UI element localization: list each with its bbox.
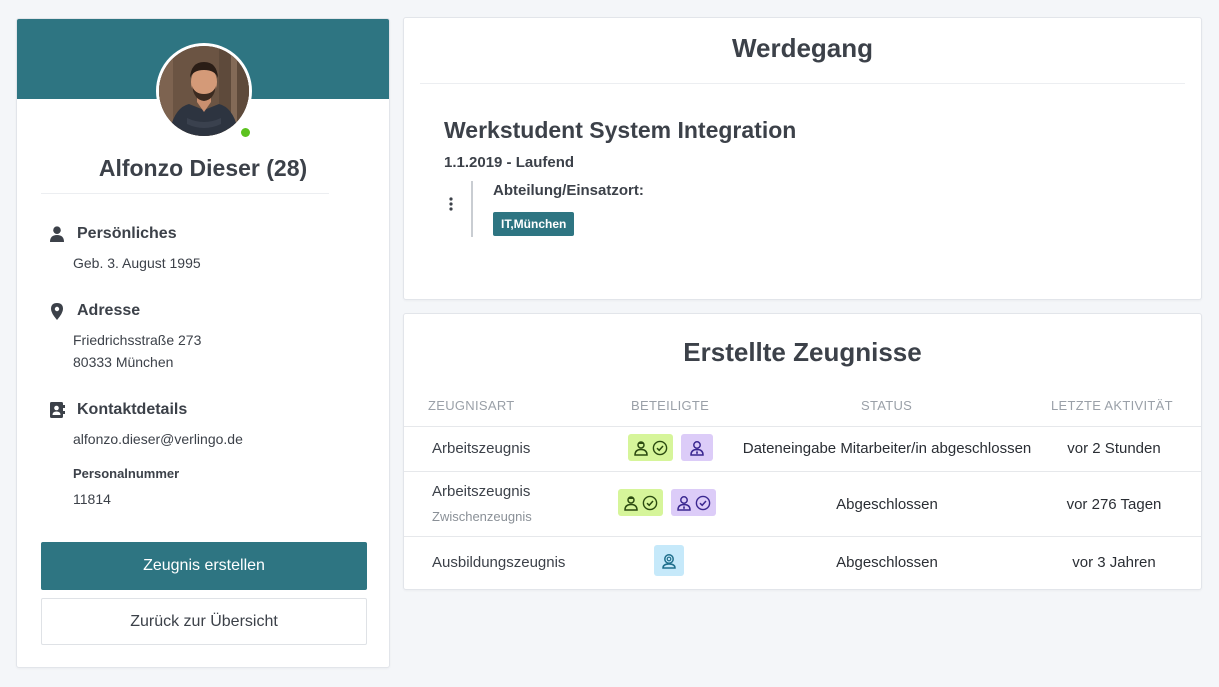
certificate-activity: vor 276 Tagen [1066, 496, 1162, 513]
career-title-divider [420, 83, 1185, 84]
name-divider [41, 193, 329, 194]
certificate-type: Arbeitszeugnis [432, 440, 531, 457]
column-header-status: STATUS [861, 398, 913, 413]
column-header-type: ZEUGNISART [428, 398, 515, 413]
certificates-card: Erstellte Zeugnisse ZEUGNISART BETEILIGT… [403, 313, 1202, 590]
table-row[interactable]: Arbeitszeugnis Zwischenzeugnis Abgeschlo… [404, 471, 1201, 537]
certificates-title: Erstellte Zeugnisse [683, 337, 922, 367]
employee-icon [624, 495, 638, 511]
certificate-type: Arbeitszeugnis [432, 483, 531, 500]
certificate-status: Dateneingabe Mitarbeiter/in abgeschlosse… [742, 440, 1032, 457]
participant-employee-done-badge [628, 434, 673, 461]
department-label: Abteilung/Einsatzort: [493, 182, 644, 199]
participant-trainee-badge [654, 545, 684, 576]
timeline-line [471, 181, 473, 237]
check-circle-icon [642, 495, 658, 510]
address-street: Friedrichsstraße 273 [73, 332, 202, 348]
trainee-icon [662, 553, 676, 569]
certificate-status: Abgeschlossen [836, 554, 938, 571]
participant-manager-done-badge [671, 489, 716, 516]
career-card: Werdegang Werkstudent System Integration… [403, 17, 1202, 300]
create-certificate-button[interactable]: Zeugnis erstellen [41, 542, 367, 590]
department-tag: IT,München [493, 212, 575, 236]
online-status-dot [241, 128, 250, 137]
manager-icon [677, 495, 691, 511]
address-city: 80333 München [73, 354, 174, 370]
back-to-overview-button[interactable]: Zurück zur Übersicht [41, 598, 367, 645]
section-title-contact: Kontaktdetails [77, 401, 188, 418]
certificate-activity: vor 3 Jahren [1072, 554, 1156, 571]
profile-card: Alfonzo Dieser (28) Persönliches Geb. 3.… [16, 18, 390, 668]
contact-email: alfonzo.dieser@verlingo.de [73, 431, 243, 447]
table-row[interactable]: Arbeitszeugnis Dateneingabe Mitarbeiter/… [404, 426, 1201, 472]
personnel-number: 11814 [73, 491, 111, 507]
check-circle-icon [652, 440, 668, 455]
column-header-activity: LETZTE AKTIVITÄT [1051, 398, 1173, 413]
participant-manager-badge [681, 434, 713, 461]
birth-date: Geb. 3. August 1995 [73, 255, 201, 271]
certificate-subtype: Zwischenzeugnis [432, 509, 532, 524]
profile-name: Alfonzo Dieser (28) [98, 155, 308, 181]
section-title-personal: Persönliches [77, 225, 177, 242]
employee-icon [634, 440, 648, 456]
job-period: 1.1.2019 - Laufend [444, 154, 575, 171]
more-options-icon[interactable] [448, 196, 454, 212]
location-pin-icon [49, 302, 65, 320]
person-icon [49, 225, 65, 243]
certificate-type: Ausbildungszeugnis [432, 554, 566, 571]
table-row[interactable]: Ausbildungszeugnis Abgeschlossen vor 3 J… [404, 536, 1201, 589]
section-title-address: Adresse [77, 302, 141, 319]
manager-icon [690, 440, 704, 456]
personnel-number-label: Personalnummer [73, 466, 180, 481]
section-contact: Kontaktdetails alfonzo.dieser@verlingo.d… [49, 401, 369, 507]
section-address: Adresse Friedrichsstraße 273 80333 Münch… [49, 302, 369, 373]
check-circle-icon [695, 495, 711, 510]
section-personal: Persönliches Geb. 3. August 1995 [49, 225, 369, 274]
participant-employee-done-badge [618, 489, 663, 516]
avatar [156, 43, 252, 139]
certificate-activity: vor 2 Stunden [1067, 440, 1161, 457]
certificate-status: Abgeschlossen [836, 496, 938, 513]
career-title: Werdegang [731, 33, 874, 63]
column-header-participants: BETEILIGTE [631, 398, 710, 413]
job-title: Werkstudent System Integration [444, 117, 797, 143]
contact-card-icon [49, 401, 65, 419]
